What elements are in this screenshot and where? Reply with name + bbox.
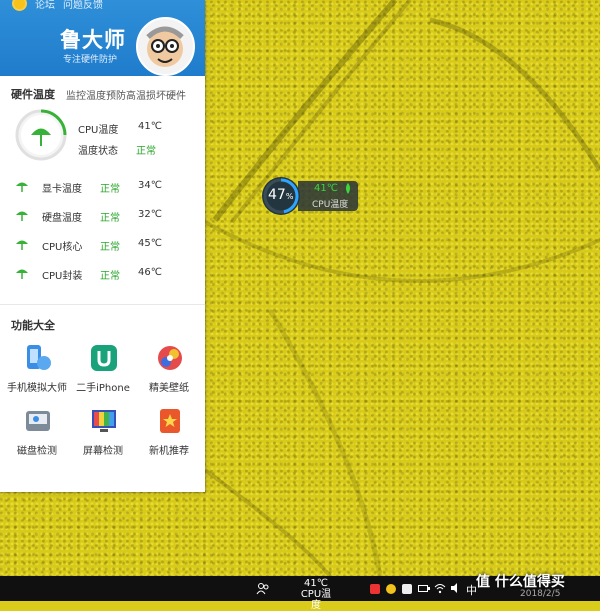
umbrella-icon <box>16 182 28 192</box>
cpu-temp-gauge <box>15 109 67 161</box>
screen-check-tool[interactable]: 屏幕检测 <box>71 406 135 466</box>
temp-status-label: 温度状态 <box>78 146 118 157</box>
cpu-temp-value: 41℃ <box>138 121 162 132</box>
people-icon[interactable] <box>256 582 270 596</box>
disk-check-tool[interactable]: 磁盘检测 <box>5 406 69 466</box>
disk-temp-label: 硬盘温度 <box>42 213 82 224</box>
gpu-temp-row: 显卡温度 正常 34℃ <box>0 177 205 195</box>
secondhand-iphone-label: 二手iPhone <box>76 383 130 394</box>
screen-check-label: 屏幕检测 <box>83 446 123 457</box>
taskbar-temp-value: 41℃ <box>304 578 328 589</box>
phone-emulator-tool[interactable]: 手机模拟大师 <box>5 343 69 403</box>
tray-app-icon[interactable] <box>402 584 412 594</box>
section-divider <box>0 304 205 305</box>
mascot-avatar[interactable] <box>136 17 195 76</box>
widget-load-percent: 47% <box>268 187 293 203</box>
site-watermark: 值 什么值得买 <box>476 574 565 590</box>
disk-temp-value: 32℃ <box>138 209 162 220</box>
ludashi-logo-icon <box>12 0 27 11</box>
disk-temp-status: 正常 <box>100 213 120 224</box>
taskbar-temp-label: CPU温度 <box>300 589 332 611</box>
cpu-package-temp-row: CPU封装 正常 46℃ <box>0 264 205 282</box>
phone-emulator-label: 手机模拟大师 <box>7 383 67 394</box>
widget-label: CPU温度 <box>312 200 349 210</box>
gpu-temp-label: 显卡温度 <box>42 184 82 195</box>
screen-check-icon <box>92 410 116 432</box>
forum-link[interactable]: 论坛 <box>35 0 55 11</box>
new-device-tool[interactable]: 新机推荐 <box>137 406 201 466</box>
new-device-icon <box>160 409 180 433</box>
gpu-temp-value: 34℃ <box>138 180 162 191</box>
umbrella-icon <box>16 269 28 279</box>
features-title: 功能大全 <box>11 319 55 332</box>
ludashi-tray-icon[interactable] <box>386 584 396 594</box>
taskbar-cpu-temp[interactable]: 41℃ CPU温度 <box>296 578 336 611</box>
cpu-core-temp-label: CPU核心 <box>42 242 83 253</box>
app-title: 鲁大师 <box>60 28 126 52</box>
tray-app-icon[interactable] <box>370 584 380 594</box>
top-links: 论坛 问题反馈 <box>0 0 103 11</box>
cpu-core-temp-value: 45℃ <box>138 238 162 249</box>
wallpaper-icon <box>158 346 182 370</box>
cpu-package-temp-label: CPU封装 <box>42 271 83 282</box>
secondhand-iphone-icon <box>91 345 117 371</box>
wifi-icon[interactable] <box>434 582 446 594</box>
cpu-core-temp-row: CPU核心 正常 45℃ <box>0 235 205 253</box>
panel-header: 论坛 问题反馈 鲁大师 专注硬件防护 <box>0 0 205 76</box>
cpu-core-temp-status: 正常 <box>100 242 120 253</box>
cpu-package-temp-value: 46℃ <box>138 267 162 278</box>
widget-info-box: 41℃ CPU温度 <box>298 181 358 211</box>
phone-emulator-icon <box>27 345 51 370</box>
temp-status-value: 正常 <box>136 146 156 157</box>
gpu-temp-status: 正常 <box>100 184 120 195</box>
ludashi-panel: 论坛 问题反馈 鲁大师 专注硬件防护 硬件温度 监控温度预防高温损坏硬件 CPU… <box>0 0 205 492</box>
widget-temp: 41℃ <box>314 183 338 194</box>
disk-check-icon <box>26 411 50 431</box>
mascot-icon <box>146 26 184 67</box>
disk-temp-row: 硬盘温度 正常 32℃ <box>0 206 205 224</box>
battery-icon[interactable] <box>418 583 430 594</box>
cpu-package-temp-status: 正常 <box>100 271 120 282</box>
leaf-icon <box>346 183 350 194</box>
wallpaper-label: 精美壁纸 <box>149 383 189 394</box>
load-percent-value: 47 <box>268 187 286 203</box>
percent-sign: % <box>285 192 294 201</box>
wallpaper-tool[interactable]: 精美壁纸 <box>137 343 201 403</box>
cpu-temp-label: CPU温度 <box>78 125 119 136</box>
new-device-label: 新机推荐 <box>149 446 189 457</box>
disk-check-label: 磁盘检测 <box>17 446 57 457</box>
hardware-temp-title: 硬件温度 <box>11 88 55 101</box>
floating-cpu-widget[interactable]: 41℃ CPU温度 47% <box>262 177 362 215</box>
hardware-temp-subtitle: 监控温度预防高温损坏硬件 <box>66 91 186 102</box>
umbrella-icon <box>16 211 28 221</box>
umbrella-icon <box>16 240 28 250</box>
secondhand-iphone-tool[interactable]: 二手iPhone <box>71 343 135 403</box>
feedback-link[interactable]: 问题反馈 <box>63 0 103 11</box>
volume-icon[interactable] <box>450 582 462 594</box>
app-slogan: 专注硬件防护 <box>63 55 118 65</box>
